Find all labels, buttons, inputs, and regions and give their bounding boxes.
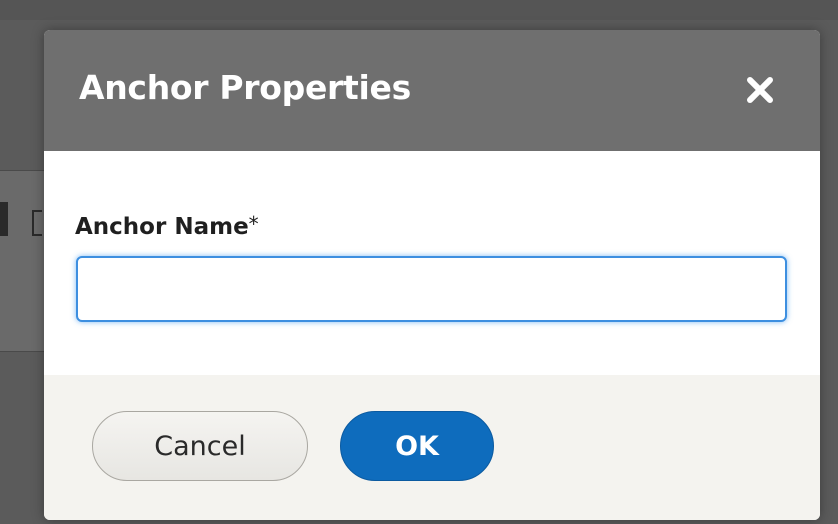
background-toolbar-icon (32, 210, 42, 236)
anchor-properties-dialog: Anchor Properties Anchor Name* Cancel OK (44, 30, 820, 520)
dialog-footer: Cancel OK (44, 375, 820, 520)
dialog-title: Anchor Properties (79, 68, 411, 107)
dialog-header: Anchor Properties (44, 30, 820, 151)
dialog-body: Anchor Name* (44, 151, 820, 375)
background-toolbar-icon (0, 202, 8, 236)
background-editor-toolbar (0, 170, 44, 352)
anchor-name-input[interactable] (76, 256, 787, 322)
required-marker: * (248, 212, 259, 236)
close-icon (744, 74, 776, 106)
close-button[interactable] (744, 74, 776, 106)
anchor-name-label-text: Anchor Name (75, 214, 249, 240)
ok-button[interactable]: OK (340, 411, 494, 481)
anchor-name-label: Anchor Name* (75, 212, 259, 240)
background-toolbar (0, 0, 838, 20)
cancel-button[interactable]: Cancel (92, 411, 308, 481)
